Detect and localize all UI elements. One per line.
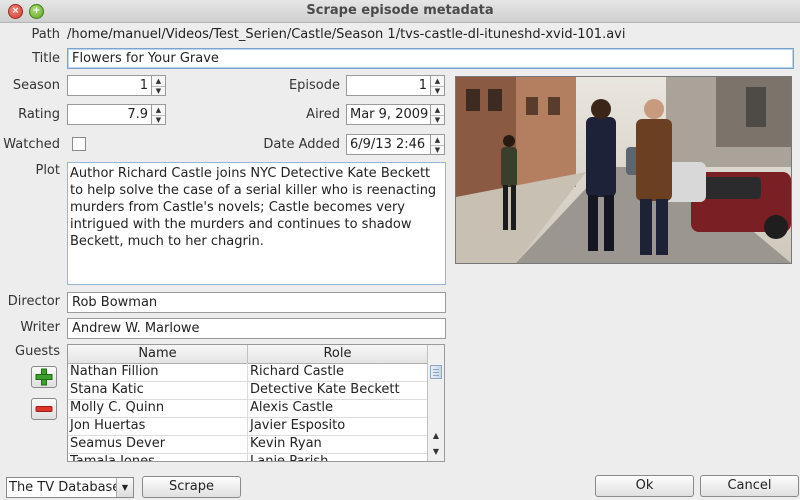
guest-role[interactable]: Kevin Ryan	[248, 435, 428, 453]
window-title: Scrape episode metadata	[306, 3, 494, 18]
table-row[interactable]: Jon Huertas Javier Esposito	[68, 417, 428, 436]
add-guest-button[interactable]	[31, 366, 57, 388]
guest-name[interactable]: Molly C. Quinn	[68, 399, 248, 417]
episode-label: Episode	[288, 78, 340, 93]
date-added-spinner[interactable]: 6/9/13 2:46 P ▲ ▼	[346, 134, 445, 155]
guest-role[interactable]: Javier Esposito	[248, 417, 428, 435]
spin-down-icon[interactable]: ▼	[431, 86, 444, 96]
aired-spinner[interactable]: Mar 9, 2009 ▲ ▼	[346, 104, 445, 125]
plot-textarea[interactable]: Author Richard Castle joins NYC Detectiv…	[67, 162, 446, 285]
chevron-down-icon[interactable]: ▼	[116, 478, 133, 497]
path-value: /home/manuel/Videos/Test_Serien/Castle/S…	[67, 27, 626, 42]
spin-down-icon[interactable]: ▼	[152, 115, 165, 125]
guest-name[interactable]: Tamala Jones	[68, 453, 248, 461]
guest-name[interactable]: Seamus Dever	[68, 435, 248, 453]
path-label: Path	[31, 27, 60, 42]
guests-table[interactable]: Name Role Nathan Fillion Richard Castle …	[67, 344, 445, 462]
aired-value[interactable]: Mar 9, 2009	[346, 104, 431, 125]
aired-label: Aired	[306, 107, 340, 122]
scroll-up-icon[interactable]: ▲	[429, 429, 443, 442]
director-label: Director	[7, 294, 60, 309]
table-row[interactable]: Nathan Fillion Richard Castle	[68, 363, 428, 382]
watched-label: Watched	[3, 137, 60, 152]
rating-spinner[interactable]: 7.9 ▲ ▼	[67, 104, 166, 125]
director-field[interactable]: Rob Bowman	[67, 292, 446, 313]
watched-checkbox[interactable]	[72, 137, 86, 151]
writer-field[interactable]: Andrew W. Marlowe	[67, 318, 446, 339]
guest-role[interactable]: Alexis Castle	[248, 399, 428, 417]
title-field[interactable]: Flowers for Your Grave	[67, 48, 794, 69]
guest-role[interactable]: Lanie Parish	[248, 453, 428, 461]
date-added-label: Date Added	[263, 137, 340, 152]
minus-icon	[35, 406, 53, 412]
guests-scrollbar[interactable]: ▲ ▼	[427, 345, 444, 461]
table-row[interactable]: Tamala Jones Lanie Parish	[68, 453, 428, 461]
guests-label: Guests	[15, 344, 60, 359]
ok-button[interactable]: Ok	[595, 475, 694, 497]
guest-name[interactable]: Nathan Fillion	[68, 363, 248, 381]
spin-down-icon[interactable]: ▼	[431, 145, 444, 155]
table-row[interactable]: Molly C. Quinn Alexis Castle	[68, 399, 428, 418]
table-row[interactable]: Stana Katic Detective Kate Beckett	[68, 381, 428, 400]
table-row[interactable]: Seamus Dever Kevin Ryan	[68, 435, 428, 454]
scrollbar-thumb[interactable]	[430, 365, 442, 379]
guest-role[interactable]: Richard Castle	[248, 363, 428, 381]
season-spinner[interactable]: 1 ▲ ▼	[67, 75, 166, 96]
plot-label: Plot	[35, 163, 60, 178]
episode-spinner[interactable]: 1 ▲ ▼	[346, 75, 445, 96]
episode-value[interactable]: 1	[346, 75, 431, 96]
scroll-down-icon[interactable]: ▼	[429, 445, 443, 458]
guest-role[interactable]: Detective Kate Beckett	[248, 381, 428, 399]
guests-table-header: Name Role	[68, 345, 428, 364]
column-header-role[interactable]: Role	[248, 345, 428, 363]
scraper-select-value: The TV Database	[9, 480, 121, 495]
column-header-name[interactable]: Name	[68, 345, 248, 363]
rating-label: Rating	[18, 107, 60, 122]
rating-value[interactable]: 7.9	[67, 104, 152, 125]
scraper-select[interactable]: The TV Database ▼	[6, 477, 134, 498]
guest-name[interactable]: Stana Katic	[68, 381, 248, 399]
title-label: Title	[32, 51, 60, 66]
spin-down-icon[interactable]: ▼	[431, 115, 444, 125]
title-bar: × + Scrape episode metadata	[0, 0, 800, 23]
remove-guest-button[interactable]	[31, 398, 57, 420]
writer-label: Writer	[20, 320, 60, 335]
season-value[interactable]: 1	[67, 75, 152, 96]
date-added-value[interactable]: 6/9/13 2:46 P	[346, 134, 431, 155]
spin-down-icon[interactable]: ▼	[152, 86, 165, 96]
scrape-button[interactable]: Scrape	[142, 476, 241, 498]
cancel-button[interactable]: Cancel	[700, 475, 799, 497]
season-label: Season	[12, 78, 60, 93]
plus-icon	[35, 368, 53, 386]
guest-name[interactable]: Jon Huertas	[68, 417, 248, 435]
episode-thumbnail	[455, 76, 792, 264]
